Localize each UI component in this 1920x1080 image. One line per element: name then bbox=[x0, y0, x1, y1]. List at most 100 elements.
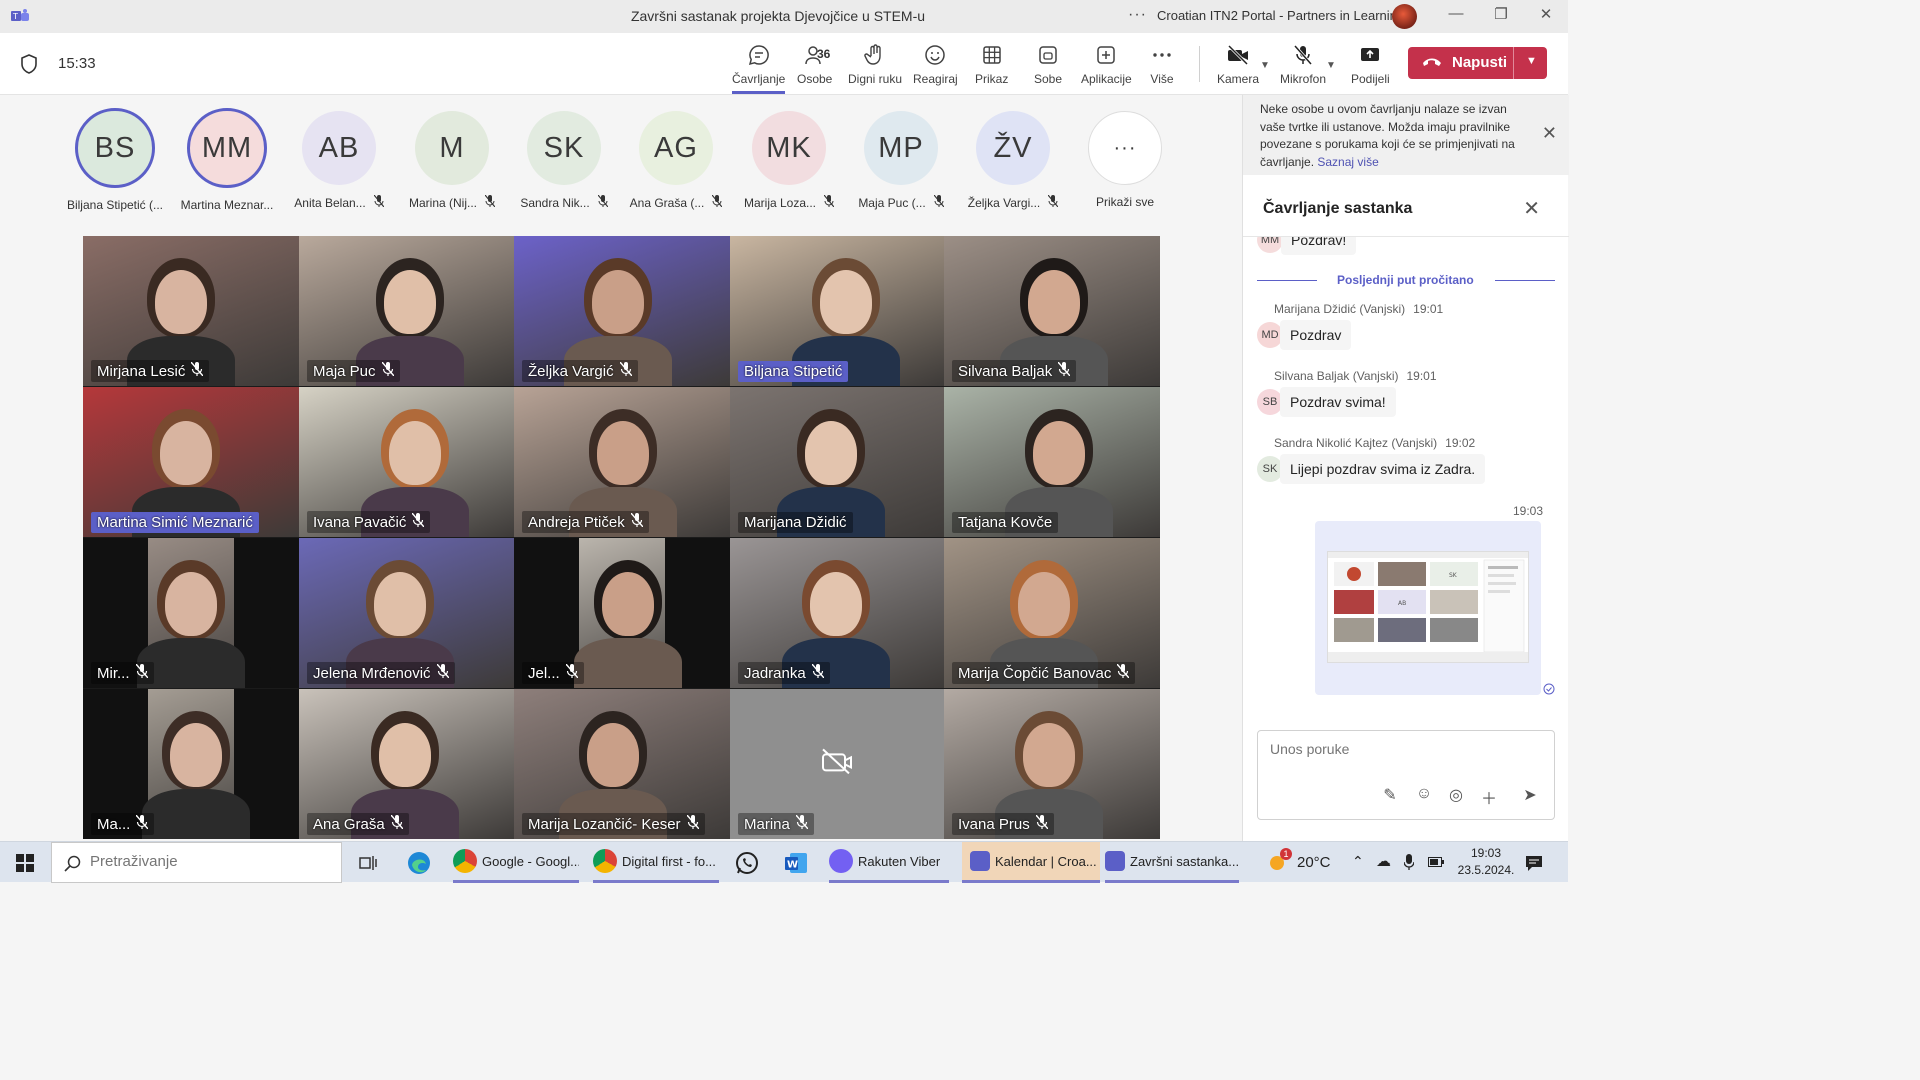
message-composer[interactable]: ✎ ☺ ◎ ＋ ➤ bbox=[1257, 730, 1555, 820]
image-message[interactable]: SK AB bbox=[1315, 521, 1541, 695]
participant-name-row: Anita Belan... bbox=[283, 194, 395, 210]
video-tile[interactable]: Ivana Prus bbox=[944, 689, 1160, 839]
battery-icon[interactable] bbox=[1428, 857, 1444, 867]
attach-plus-icon[interactable]: ＋ bbox=[1479, 785, 1499, 808]
video-tile[interactable]: Jadranka bbox=[730, 538, 944, 688]
video-tile[interactable]: Ana Graša bbox=[299, 689, 514, 839]
participant-avatar-tile[interactable]: SK Sandra Nik... bbox=[508, 111, 620, 210]
participant-avatar-tile[interactable]: MK Marija Loza... bbox=[733, 111, 845, 210]
video-tile[interactable]: Jelena Mrđenović bbox=[299, 538, 514, 688]
video-tile[interactable]: Andreja Ptiček bbox=[514, 387, 730, 537]
video-tile[interactable]: Marina bbox=[730, 689, 944, 839]
windows-start-icon[interactable] bbox=[16, 854, 34, 872]
participant-name: Mirjana Lesić bbox=[97, 363, 186, 380]
rooms-button[interactable]: Sobe bbox=[1034, 43, 1062, 91]
avatar: BS bbox=[75, 108, 155, 188]
message-bubble: Pozdrav! bbox=[1281, 237, 1357, 255]
taskbar-search[interactable] bbox=[51, 842, 342, 883]
minimize-icon[interactable]: — bbox=[1444, 5, 1468, 22]
taskbar-app-button[interactable]: Digital first - fo... bbox=[593, 842, 719, 883]
profile-avatar[interactable] bbox=[1392, 4, 1417, 29]
edge-icon[interactable] bbox=[406, 850, 432, 876]
participant-avatar-tile[interactable]: ŽV Željka Vargi... bbox=[957, 111, 1069, 210]
maximize-icon[interactable]: ❐ bbox=[1489, 5, 1513, 23]
message-input[interactable] bbox=[1270, 741, 1530, 757]
people-button[interactable]: 36 Osobe bbox=[797, 43, 832, 91]
message-bubble[interactable]: Pozdrav bbox=[1280, 320, 1352, 350]
share-button[interactable]: Podijeli bbox=[1351, 43, 1390, 91]
shield-icon[interactable] bbox=[20, 54, 38, 74]
video-tile[interactable]: Biljana Stipetić bbox=[730, 236, 944, 386]
leave-options-chevron-icon[interactable]: ▼ bbox=[1526, 55, 1537, 67]
toolbar-divider bbox=[1199, 46, 1200, 82]
apps-button[interactable]: Aplikacije bbox=[1081, 43, 1132, 91]
meeting-stage: BS Biljana Stipetić (... MM Martina Meznar.… bbox=[0, 95, 1242, 841]
video-tile[interactable]: Maja Puc bbox=[299, 236, 514, 386]
taskbar-app-button[interactable]: Rakuten Viber bbox=[829, 842, 949, 883]
video-tile[interactable]: Željka Vargić bbox=[514, 236, 730, 386]
video-tile[interactable]: Marija Čopčić Banovac bbox=[944, 538, 1160, 688]
ellipsis-icon bbox=[1153, 53, 1171, 57]
participant-avatar-tile[interactable]: AB Anita Belan... bbox=[283, 111, 395, 210]
learn-more-link[interactable]: Saznaj više bbox=[1317, 155, 1378, 169]
taskbar-app-button[interactable]: Završni sastanka... bbox=[1105, 842, 1239, 883]
video-tile[interactable]: Mirjana Lesić bbox=[83, 236, 299, 386]
close-window-icon[interactable]: ✕ bbox=[1534, 5, 1558, 23]
system-tray[interactable]: ⌃ ☁ bbox=[1352, 842, 1447, 883]
notifications-icon[interactable] bbox=[1525, 854, 1543, 872]
organization-name[interactable]: Croatian ITN2 Portal - Partners in Learn… bbox=[1157, 8, 1404, 23]
format-icon[interactable]: ✎ bbox=[1380, 785, 1400, 805]
word-icon[interactable]: W bbox=[783, 850, 809, 876]
participant-name: Biljana Stipetić bbox=[744, 363, 843, 380]
more-options-icon[interactable]: ··· bbox=[1128, 6, 1147, 24]
react-button[interactable]: Reagiraj bbox=[913, 43, 958, 91]
video-tile[interactable]: Ivana Pavačić bbox=[299, 387, 514, 537]
participant-avatar-tile[interactable]: AG Ana Graša (... bbox=[620, 111, 732, 210]
message-bubble[interactable]: Pozdrav svima! bbox=[1280, 387, 1396, 417]
dismiss-notice-icon[interactable]: ✕ bbox=[1542, 124, 1557, 143]
more-button[interactable]: Više bbox=[1150, 43, 1174, 91]
camera-button[interactable]: Kamera bbox=[1217, 43, 1259, 91]
video-tile[interactable]: Marijana Džidić bbox=[730, 387, 944, 537]
microphone-button[interactable]: Mikrofon bbox=[1280, 43, 1326, 91]
participant-avatar-tile[interactable]: M Marina (Nij... bbox=[396, 111, 508, 210]
message-bubble[interactable]: Lijepi pozdrav svima iz Zadra. bbox=[1280, 454, 1486, 484]
chat-button[interactable]: Čavrljanje bbox=[732, 43, 786, 94]
microphone-options-chevron-icon[interactable]: ▼ bbox=[1326, 60, 1336, 71]
screenshot-thumbnail[interactable]: SK AB bbox=[1327, 551, 1529, 663]
participant-name-tag: Marina bbox=[738, 813, 814, 835]
video-tile[interactable]: Ma... bbox=[83, 689, 299, 839]
video-tile[interactable]: Jel... bbox=[514, 538, 730, 688]
search-input[interactable] bbox=[90, 853, 330, 870]
taskbar-app-button[interactable]: Kalendar | Croa... bbox=[962, 842, 1100, 883]
cloud-icon[interactable]: ☁ bbox=[1376, 852, 1391, 870]
close-chat-icon[interactable]: ✕ bbox=[1523, 196, 1540, 221]
participant-avatar-tile[interactable]: MM Martina Meznar... bbox=[171, 108, 283, 212]
weather-widget[interactable]: 1 20°C bbox=[1262, 842, 1342, 883]
participant-avatar-tile[interactable]: MP Maja Puc (... bbox=[845, 111, 957, 210]
send-icon[interactable]: ➤ bbox=[1520, 785, 1540, 805]
raise-hand-button[interactable]: Digni ruku bbox=[848, 43, 902, 91]
camera-options-chevron-icon[interactable]: ▼ bbox=[1260, 60, 1270, 71]
participant-avatar-tile[interactable]: BS Biljana Stipetić (... bbox=[59, 108, 171, 212]
video-tile[interactable]: Mir... bbox=[83, 538, 299, 688]
video-tile[interactable]: Tatjana Kovče bbox=[944, 387, 1160, 537]
system-clock[interactable]: 19:03 23.5.2024. bbox=[1446, 842, 1526, 883]
participant-name-row: Marina (Nij... bbox=[396, 194, 508, 210]
taskbar-app-button[interactable]: Google - Googl... bbox=[453, 842, 579, 883]
chevron-up-icon[interactable]: ⌃ bbox=[1352, 853, 1364, 870]
taskbar-app-label: Kalendar | Croa... bbox=[995, 853, 1097, 869]
video-tile[interactable]: Marija Lozančić- Keser bbox=[514, 689, 730, 839]
participant-face bbox=[384, 270, 436, 334]
emoji-icon[interactable]: ☺ bbox=[1414, 785, 1434, 805]
task-view-icon[interactable] bbox=[358, 853, 378, 873]
view-button[interactable]: Prikaz bbox=[975, 43, 1008, 91]
sticker-icon[interactable]: ◎ bbox=[1446, 785, 1466, 805]
video-tile[interactable]: Silvana Baljak bbox=[944, 236, 1160, 386]
video-tile[interactable]: Martina Simić Meznarić bbox=[83, 387, 299, 537]
leave-button[interactable]: Napusti ▼ bbox=[1408, 47, 1547, 79]
camera-off-icon bbox=[822, 748, 852, 775]
show-all-button[interactable]: ··· Prikaži sve bbox=[1069, 111, 1181, 209]
whatsapp-icon[interactable] bbox=[734, 850, 760, 876]
microphone-icon[interactable] bbox=[1404, 854, 1414, 870]
